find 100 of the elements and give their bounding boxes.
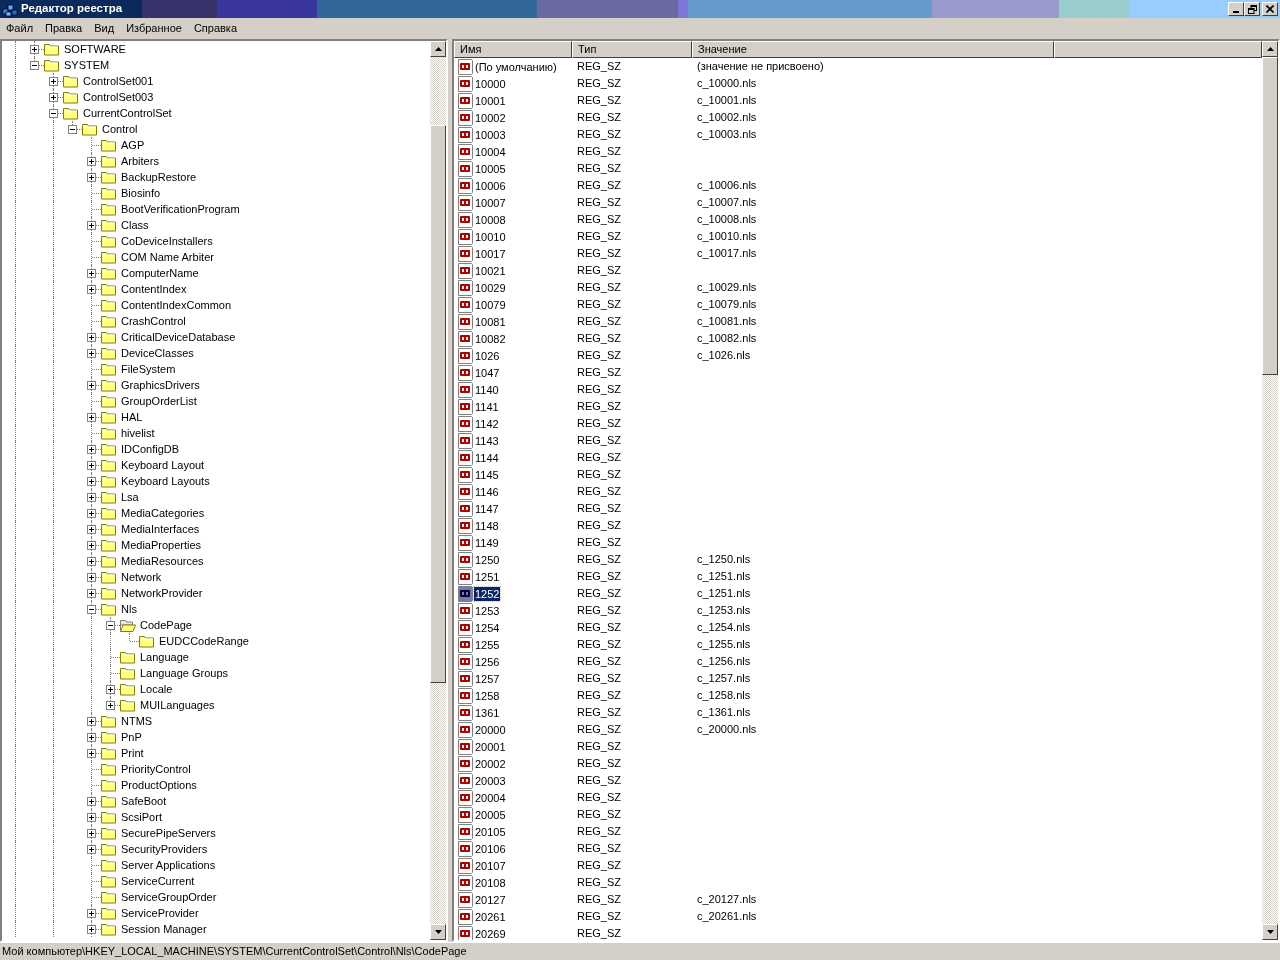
tree-item[interactable]: MUILanguages bbox=[139, 696, 216, 714]
tree-item[interactable]: HAL bbox=[120, 408, 144, 426]
value-name[interactable]: 1258 bbox=[474, 688, 501, 703]
tree-item[interactable]: GraphicsDrivers bbox=[120, 376, 201, 394]
close-button[interactable] bbox=[1262, 2, 1278, 16]
value-name[interactable]: 1144 bbox=[474, 450, 500, 465]
column-header[interactable]: Тип bbox=[572, 41, 692, 58]
tree-item[interactable]: AGP bbox=[120, 136, 146, 154]
tree-item[interactable]: BootVerificationProgram bbox=[120, 200, 241, 218]
tree-item[interactable]: SOFTWARE bbox=[63, 41, 127, 58]
expand-toggle[interactable] bbox=[106, 621, 115, 630]
tree-item[interactable]: GroupOrderList bbox=[120, 392, 198, 410]
tree-item[interactable]: CurrentControlSet bbox=[82, 104, 173, 122]
value-name[interactable]: 20003 bbox=[474, 773, 507, 788]
expand-toggle[interactable] bbox=[87, 381, 96, 390]
menu-item[interactable]: Вид bbox=[88, 19, 121, 37]
value-name[interactable]: 10029 bbox=[474, 280, 507, 295]
value-name[interactable]: 1145 bbox=[474, 467, 500, 482]
expand-toggle[interactable] bbox=[87, 509, 96, 518]
value-name[interactable]: 1255 bbox=[474, 637, 501, 652]
tree-item[interactable]: Locale bbox=[139, 680, 174, 698]
value-name[interactable]: 10079 bbox=[474, 297, 507, 312]
expand-toggle[interactable] bbox=[87, 925, 96, 934]
value-name[interactable]: 10081 bbox=[474, 314, 507, 329]
expand-toggle[interactable] bbox=[87, 829, 96, 838]
value-name[interactable]: 1250 bbox=[474, 552, 501, 567]
tree-item[interactable]: hivelist bbox=[120, 424, 156, 442]
tree-item[interactable]: PnP bbox=[120, 728, 143, 746]
expand-toggle[interactable] bbox=[87, 797, 96, 806]
expand-toggle[interactable] bbox=[49, 109, 58, 118]
value-name[interactable]: 10021 bbox=[474, 263, 507, 278]
tree-item[interactable]: Print bbox=[120, 744, 145, 762]
column-header[interactable]: Значение bbox=[692, 41, 1054, 58]
expand-toggle[interactable] bbox=[106, 685, 115, 694]
tree-item[interactable]: ScsiPort bbox=[120, 808, 163, 826]
expand-toggle[interactable] bbox=[87, 541, 96, 550]
expand-toggle[interactable] bbox=[87, 813, 96, 822]
value-name[interactable]: 1047 bbox=[474, 365, 501, 380]
tree-item[interactable]: Control bbox=[101, 120, 139, 138]
tree-item[interactable]: Server Applications bbox=[120, 856, 217, 874]
expand-toggle[interactable] bbox=[68, 125, 77, 134]
column-header[interactable]: Имя bbox=[454, 41, 572, 58]
value-name[interactable]: 1142 bbox=[474, 416, 500, 431]
expand-toggle[interactable] bbox=[87, 493, 96, 502]
tree-item[interactable]: MediaResources bbox=[120, 552, 205, 570]
value-name[interactable]: 20107 bbox=[474, 858, 507, 873]
tree-item[interactable]: CodePage bbox=[139, 616, 193, 634]
expand-toggle[interactable] bbox=[87, 269, 96, 278]
value-name[interactable]: 20127 bbox=[474, 892, 507, 907]
tree-item[interactable]: CrashControl bbox=[120, 312, 187, 330]
scroll-thumb[interactable] bbox=[430, 125, 446, 683]
tree-item[interactable]: NTMS bbox=[120, 712, 154, 730]
tree-item[interactable]: SecurityProviders bbox=[120, 840, 209, 858]
value-name[interactable]: 10006 bbox=[474, 178, 507, 193]
value-name[interactable]: 1256 bbox=[474, 654, 501, 669]
tree-item[interactable]: ControlSet001 bbox=[82, 72, 155, 90]
tree-item[interactable]: ComputerName bbox=[120, 264, 200, 282]
expand-toggle[interactable] bbox=[87, 525, 96, 534]
tree-item[interactable]: ProductOptions bbox=[120, 776, 198, 794]
expand-toggle[interactable] bbox=[30, 61, 39, 70]
tree-item[interactable]: Biosinfo bbox=[120, 184, 162, 202]
value-name[interactable]: 1149 bbox=[474, 535, 500, 550]
value-name[interactable]: 1147 bbox=[474, 501, 500, 516]
expand-toggle[interactable] bbox=[87, 573, 96, 582]
expand-toggle[interactable] bbox=[30, 45, 39, 54]
expand-toggle[interactable] bbox=[87, 285, 96, 294]
expand-toggle[interactable] bbox=[87, 845, 96, 854]
tree-item[interactable]: COM Name Arbiter bbox=[120, 248, 215, 266]
expand-toggle[interactable] bbox=[106, 701, 115, 710]
tree-item[interactable]: Language Groups bbox=[139, 664, 230, 682]
expand-toggle[interactable] bbox=[87, 749, 96, 758]
value-name[interactable]: 1140 bbox=[474, 382, 500, 397]
expand-toggle[interactable] bbox=[87, 605, 96, 614]
tree-item[interactable]: BackupRestore bbox=[120, 168, 198, 186]
value-name[interactable]: 10007 bbox=[474, 195, 507, 210]
menu-item[interactable]: Избранное bbox=[120, 19, 188, 37]
menu-item[interactable]: Справка bbox=[187, 19, 244, 37]
expand-toggle[interactable] bbox=[87, 589, 96, 598]
tree-item[interactable]: ServiceGroupOrder bbox=[120, 888, 218, 906]
expand-toggle[interactable] bbox=[87, 477, 96, 486]
expand-toggle[interactable] bbox=[87, 461, 96, 470]
value-name[interactable]: 10010 bbox=[474, 229, 507, 244]
value-name[interactable]: 20108 bbox=[474, 875, 507, 890]
tree-item[interactable]: ServiceCurrent bbox=[120, 872, 196, 890]
tree-item[interactable]: ServiceProvider bbox=[120, 904, 200, 922]
expand-toggle[interactable] bbox=[87, 173, 96, 182]
expand-toggle[interactable] bbox=[87, 157, 96, 166]
value-name[interactable]: 1257 bbox=[474, 671, 501, 686]
tree-item[interactable]: Network bbox=[120, 568, 163, 586]
tree-item[interactable]: ContentIndex bbox=[120, 280, 188, 298]
scroll-up-button[interactable] bbox=[430, 41, 446, 57]
value-name[interactable]: 20261 bbox=[474, 909, 507, 924]
value-name[interactable]: 1252 bbox=[474, 586, 501, 601]
restore-button[interactable] bbox=[1244, 2, 1260, 16]
tree-item[interactable]: ControlSet003 bbox=[82, 88, 155, 106]
value-name[interactable]: 1254 bbox=[474, 620, 501, 635]
value-name[interactable]: 20002 bbox=[474, 756, 507, 771]
menu-item[interactable]: Файл bbox=[0, 19, 40, 37]
tree-item[interactable]: MediaCategories bbox=[120, 504, 206, 522]
expand-toggle[interactable] bbox=[49, 77, 58, 86]
